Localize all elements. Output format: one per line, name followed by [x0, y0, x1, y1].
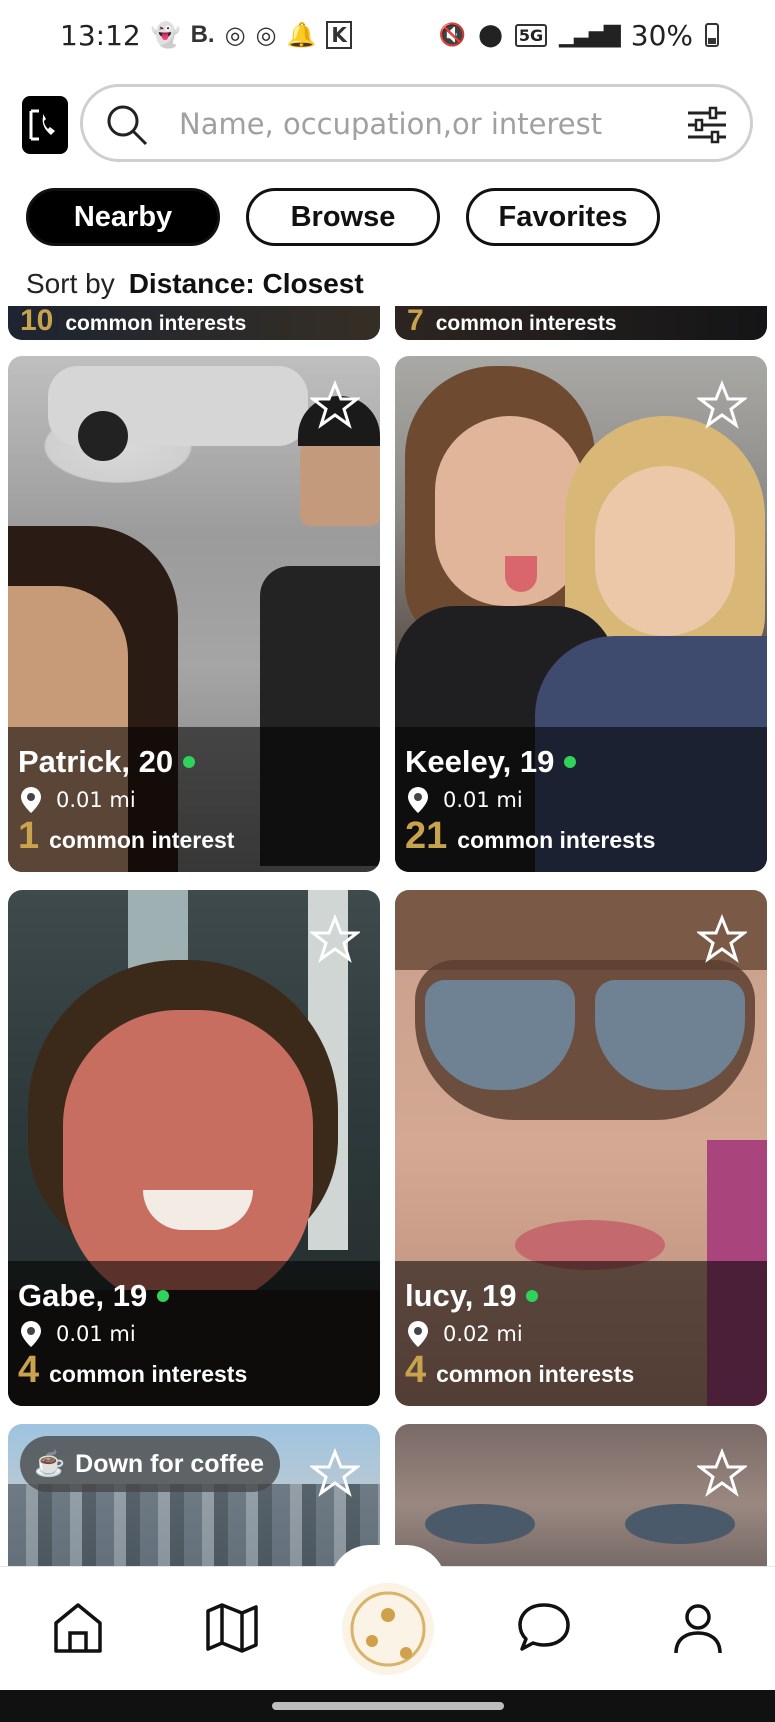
- tab-bar: Nearby Browse Favorites: [26, 188, 660, 246]
- common-interest-count: 10: [20, 306, 54, 337]
- b-app-icon: B.: [190, 21, 215, 48]
- status-chip: ☕ Down for coffee: [20, 1436, 281, 1492]
- profile-card[interactable]: lucy, 19 0.02 mi 4 common interests: [395, 890, 767, 1406]
- common-interest-label: common interests: [435, 312, 617, 335]
- map-icon[interactable]: [202, 1597, 262, 1657]
- profile-card[interactable]: Gabe, 19 0.01 mi 4 common interests: [8, 890, 380, 1406]
- search-bar[interactable]: [80, 84, 753, 162]
- connect-icon: [350, 1591, 426, 1667]
- status-bar: 13:12 👻 B. ◎ ◎ 🔔 K 🔇 ⬤ 5G ▁▃▅▇ 30%: [0, 0, 775, 70]
- sort-label: Sort by: [26, 268, 115, 299]
- common-interest-label: common interests: [457, 827, 656, 853]
- profile-distance: 0.01 mi: [443, 788, 523, 812]
- search-input[interactable]: [179, 97, 659, 151]
- favorite-star-icon[interactable]: [697, 380, 747, 430]
- tab-nearby[interactable]: Nearby: [26, 188, 220, 246]
- chat-icon[interactable]: [514, 1597, 574, 1657]
- location-pin-icon: [408, 787, 428, 813]
- status-text: Down for coffee: [75, 1449, 265, 1478]
- common-interest-count: 4: [18, 1349, 40, 1391]
- instagram-icon-2: ◎: [255, 21, 277, 49]
- home-gesture-pill[interactable]: [272, 1702, 504, 1710]
- mute-icon: 🔇: [438, 22, 467, 48]
- profile-distance: 0.02 mi: [443, 1322, 523, 1346]
- favorite-star-icon[interactable]: [310, 1448, 360, 1498]
- location-pin-icon: [21, 787, 41, 813]
- online-indicator: [526, 1290, 539, 1302]
- header: [0, 84, 775, 164]
- profile-name: lucy, 19: [405, 1278, 517, 1313]
- online-indicator: [157, 1290, 170, 1302]
- common-interest-count: 1: [18, 815, 40, 857]
- tab-browse[interactable]: Browse: [246, 188, 440, 246]
- profile-card-partial[interactable]: 7 common interests: [395, 306, 767, 340]
- common-interest-label: common interest: [49, 827, 235, 853]
- profile-name: Gabe, 19: [18, 1278, 148, 1313]
- online-indicator: [564, 756, 577, 768]
- profile-card[interactable]: Patrick, 20 0.01 mi 1 common interest: [8, 356, 380, 872]
- battery-icon: [705, 23, 719, 47]
- status-time: 13:12: [60, 18, 141, 52]
- profile-card[interactable]: Keeley, 19 0.01 mi 21 common interests: [395, 356, 767, 872]
- favorite-star-icon[interactable]: [697, 914, 747, 964]
- sort-value[interactable]: Distance: Closest: [129, 268, 364, 300]
- nav-bump: [330, 1545, 446, 1585]
- battery-percent: 30%: [630, 18, 693, 52]
- common-interest-count: 21: [405, 815, 448, 857]
- bell-icon: 🔔: [286, 21, 317, 49]
- common-interest-count: 4: [405, 1349, 427, 1391]
- common-interest-count: 7: [407, 306, 424, 337]
- snapchat-icon: 👻: [150, 21, 181, 49]
- profile-distance: 0.01 mi: [56, 1322, 136, 1346]
- profile-name: Keeley, 19: [405, 744, 555, 779]
- bottom-nav: [0, 1545, 775, 1690]
- favorite-star-icon[interactable]: [310, 914, 360, 964]
- online-indicator: [183, 756, 196, 768]
- home-icon[interactable]: [48, 1597, 108, 1657]
- sort-control[interactable]: Sort by Distance: Closest: [26, 268, 364, 300]
- search-icon: [107, 105, 148, 146]
- filter-icon[interactable]: [686, 105, 728, 145]
- favorite-star-icon[interactable]: [697, 1448, 747, 1498]
- instagram-icon: ◎: [224, 21, 246, 49]
- gesture-bar: [0, 1690, 775, 1722]
- profile-icon[interactable]: [668, 1597, 728, 1657]
- profile-name: Patrick, 20: [18, 744, 174, 779]
- profile-card[interactable]: ☕ Down for coffee: [8, 1424, 380, 1566]
- common-interest-label: common interests: [436, 1361, 635, 1387]
- signal-icon: ▁▃▅▇: [559, 22, 621, 48]
- coffee-icon: ☕: [34, 1449, 66, 1478]
- profile-card[interactable]: [395, 1424, 767, 1566]
- app-logo-icon[interactable]: [22, 96, 68, 154]
- favorite-star-icon[interactable]: [310, 380, 360, 430]
- profile-distance: 0.01 mi: [56, 788, 136, 812]
- profile-card-partial[interactable]: 10 common interests: [8, 306, 380, 340]
- profile-grid: 10 common interests 7 common interests P…: [0, 306, 775, 1566]
- common-interest-label: common interests: [49, 1361, 248, 1387]
- location-pin-icon: [21, 1321, 41, 1347]
- tab-favorites[interactable]: Favorites: [466, 188, 660, 246]
- connect-button[interactable]: [342, 1583, 434, 1675]
- k-app-icon: K: [326, 21, 352, 49]
- common-interest-label: common interests: [65, 312, 247, 335]
- location-icon: ⬤: [478, 22, 503, 48]
- network-label: 5G: [514, 23, 548, 47]
- location-pin-icon: [408, 1321, 428, 1347]
